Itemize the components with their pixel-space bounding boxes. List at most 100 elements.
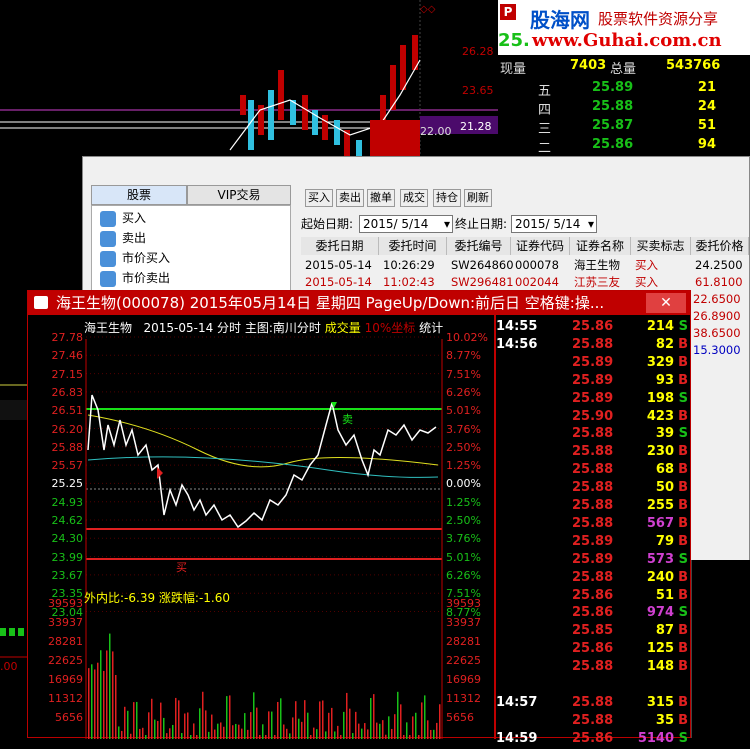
volume-bar xyxy=(331,707,333,739)
tick-row: 25.88 50 B xyxy=(496,480,690,498)
table-cell: 002044 xyxy=(515,275,559,289)
volume-bar xyxy=(427,720,429,739)
volume-bar xyxy=(229,695,231,739)
table-cell: 10:26:29 xyxy=(383,258,435,272)
tick-row: 25.90 423 B xyxy=(496,409,690,427)
tick-time: 14:57 xyxy=(496,695,538,710)
quote-total: 543766 xyxy=(666,58,721,73)
volume-bar xyxy=(112,651,114,739)
volume-bar xyxy=(241,728,243,739)
toolbar-deal-button[interactable]: 成交 xyxy=(400,189,428,207)
detail-title: 海王生物(000078) 2015年05月14日 星期四 PageUp/Down… xyxy=(56,294,605,312)
tree-item-buy[interactable]: 买入 xyxy=(100,208,146,228)
candle xyxy=(278,70,284,120)
tick-price: 25.88 xyxy=(572,462,614,478)
volume-bar xyxy=(271,711,273,739)
tick-price: 25.88 xyxy=(572,426,614,442)
tick-volume: 240 xyxy=(646,569,674,585)
toolbar-refresh-button[interactable]: 刷新 xyxy=(464,189,492,207)
tick-volume: 214 xyxy=(646,319,674,334)
tick-price: 25.88 xyxy=(572,569,614,585)
volume-bar xyxy=(340,734,342,739)
candle xyxy=(334,120,340,145)
volume-bar xyxy=(175,697,177,739)
volume-bar xyxy=(157,720,159,739)
volume-bar xyxy=(355,711,357,739)
tick-price: 25.88 xyxy=(572,659,614,675)
ask-row: 五 25.89 21 xyxy=(498,78,750,99)
tick-side: B xyxy=(678,336,688,352)
column-header[interactable]: 委托编号 xyxy=(447,237,511,255)
start-date-value: 2015/ 5/14 xyxy=(363,217,429,231)
tick-side: S xyxy=(678,730,688,746)
price-axis-label: 24.62 xyxy=(51,514,84,527)
tree-item-market-buy[interactable]: 市价买入 xyxy=(100,248,170,268)
volume-bar xyxy=(127,710,129,739)
column-header[interactable]: 证券代码 xyxy=(511,237,570,255)
sell-icon xyxy=(100,230,116,247)
tree-item-market-sell[interactable]: 市价卖出 xyxy=(100,268,170,288)
tree-item-sell[interactable]: 卖出 xyxy=(100,228,146,248)
column-header[interactable]: 买卖标志 xyxy=(631,237,691,255)
volume-bar xyxy=(235,723,237,739)
volume-bar xyxy=(295,701,297,739)
volume-bar xyxy=(376,722,378,739)
tab-stock[interactable]: 股票 xyxy=(91,185,187,205)
volume-bar xyxy=(358,723,360,739)
column-header[interactable]: 委托时间 xyxy=(379,237,447,255)
column-header[interactable]: 委托价格 xyxy=(691,237,749,255)
sell-marker: 卖 xyxy=(342,413,353,426)
volume-axis-label: 16969 xyxy=(48,673,83,686)
tick-side: B xyxy=(678,354,688,370)
tick-volume: 573 xyxy=(646,551,674,567)
column-header[interactable]: 证券名称 xyxy=(570,237,631,255)
tick-side: S xyxy=(678,605,688,621)
volume-bar xyxy=(418,735,420,739)
tick-volume: 423 xyxy=(646,408,674,424)
tick-volume: 125 xyxy=(646,641,674,657)
close-button[interactable]: ✕ xyxy=(646,293,686,313)
volume-bar xyxy=(154,719,156,739)
toolbar-sell-button[interactable]: 卖出 xyxy=(336,189,364,207)
end-date-picker[interactable]: 2015/ 5/14 ▾ xyxy=(511,215,597,233)
volume-bar xyxy=(391,728,393,739)
tick-volume: 567 xyxy=(646,515,674,531)
price-cell: 26.8900 xyxy=(693,309,741,323)
volume-bar xyxy=(118,726,120,739)
ask-row: 三 25.87 51 xyxy=(498,116,750,137)
market-buy-icon xyxy=(100,250,116,267)
volume-bar xyxy=(352,733,354,739)
tick-row: 25.88 39 S xyxy=(496,426,690,444)
price-axis-label: 23.99 xyxy=(51,550,84,564)
volume-bar xyxy=(148,712,150,739)
detail-title-bar[interactable]: 海王生物(000078) 2015年05月14日 星期四 PageUp/Down… xyxy=(28,291,690,315)
close-icon: ✕ xyxy=(660,295,672,311)
price-axis-label: 27.15 xyxy=(51,367,84,381)
tick-volume: 5140 xyxy=(637,730,674,746)
tick-side: B xyxy=(678,462,688,478)
volume-bar xyxy=(178,700,180,739)
candle xyxy=(356,140,362,156)
tab-vip[interactable]: VIP交易 xyxy=(187,185,291,205)
toolbar-buy-button[interactable]: 买入 xyxy=(305,189,333,207)
volume-bar xyxy=(262,724,264,739)
tick-volume: 87 xyxy=(655,623,674,639)
volume-bar xyxy=(259,735,261,739)
ask-volume: 94 xyxy=(697,137,716,152)
price-axis-label: 26.51 xyxy=(51,404,84,418)
chevron-down-icon: ▾ xyxy=(443,217,450,231)
column-header[interactable]: 委托日期 xyxy=(301,237,379,255)
volume-bar xyxy=(322,700,324,739)
volume-bar xyxy=(238,724,240,739)
tick-volume: 79 xyxy=(655,533,674,549)
volume-bar xyxy=(415,712,417,739)
volume-bar xyxy=(253,692,255,739)
tick-side: S xyxy=(678,319,688,334)
tick-volume: 39 xyxy=(655,426,674,442)
volume-bar xyxy=(139,728,141,739)
toolbar-cancel-button[interactable]: 撤单 xyxy=(367,189,395,207)
change-label: 涨跌幅:-1.60 xyxy=(158,591,231,605)
start-date-picker[interactable]: 2015/ 5/14 ▾ xyxy=(359,215,453,233)
toolbar-position-button[interactable]: 持仓 xyxy=(433,189,461,207)
price-axis-label: 25.57 xyxy=(51,459,84,473)
